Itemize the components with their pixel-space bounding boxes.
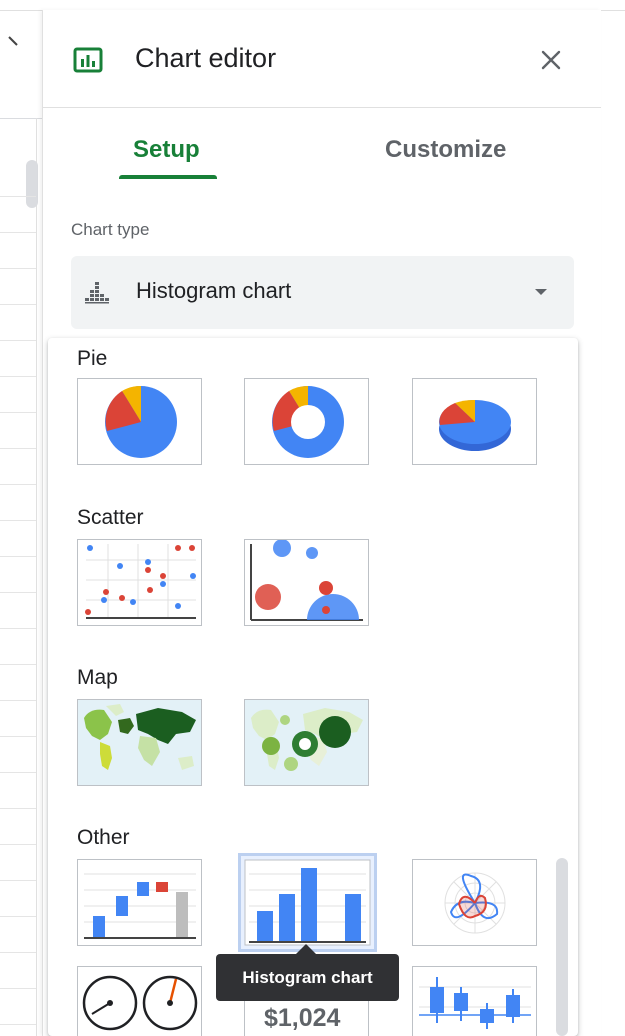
option-doughnut-chart[interactable] <box>244 378 369 465</box>
geo-chart-icon <box>78 700 201 785</box>
grid-row-line <box>0 304 36 305</box>
grid-row-line <box>0 412 36 413</box>
chart-type-select[interactable]: Histogram chart <box>71 256 574 329</box>
tooltip-arrow <box>296 944 316 954</box>
grid-row-line <box>0 988 36 989</box>
panel-header: Chart editor <box>43 10 601 108</box>
option-pie-chart[interactable] <box>77 378 202 465</box>
scatter-chart-icon <box>85 544 196 619</box>
grid-row-line <box>0 664 36 665</box>
grid-row-line <box>0 844 36 845</box>
grid-row-line <box>0 196 36 197</box>
pie-chart-icon <box>105 385 177 458</box>
grid-row-line <box>0 736 36 737</box>
option-waterfall-chart[interactable] <box>77 859 202 946</box>
grid-row-line <box>0 232 36 233</box>
close-icon[interactable] <box>537 46 565 74</box>
active-tab-indicator <box>119 175 217 179</box>
grid-row-line <box>0 448 36 449</box>
option-geo-chart-markers[interactable] <box>244 699 369 786</box>
dropdown-scrollbar[interactable] <box>556 858 568 1036</box>
option-candlestick-chart[interactable] <box>412 966 537 1036</box>
option-bubble-chart[interactable] <box>244 539 369 626</box>
dropdown-arrow-icon <box>535 289 547 295</box>
sheet-scrollbar[interactable] <box>26 160 38 208</box>
tooltip-text: Histogram chart <box>242 968 373 987</box>
3d-pie-chart-icon <box>439 399 511 451</box>
grid-row-line <box>0 880 36 881</box>
option-histogram-chart[interactable] <box>238 853 377 952</box>
geo-markers-icon <box>245 700 368 785</box>
sheet-toolbar-area <box>0 0 44 119</box>
panel-title: Chart editor <box>135 43 277 73</box>
grid-row-line <box>0 376 36 377</box>
grid-row-line <box>0 340 36 341</box>
waterfall-chart-icon <box>84 873 196 939</box>
doughnut-chart-icon <box>272 385 344 458</box>
gauge-chart-icon <box>82 975 198 1031</box>
section-title-map: Map <box>77 666 118 689</box>
grid-row-line <box>0 772 36 773</box>
section-title-scatter: Scatter <box>77 506 144 529</box>
grid-row-line <box>0 1024 36 1025</box>
selected-chart-type: Histogram chart <box>136 278 292 303</box>
grid-row-line <box>0 484 36 485</box>
grid-row-line <box>0 268 36 269</box>
option-3d-pie-chart[interactable] <box>412 378 537 465</box>
option-scatter-chart[interactable] <box>77 539 202 626</box>
histogram-chart-icon <box>244 859 371 946</box>
grid-row-line <box>0 952 36 953</box>
scorecard-value: $1,024 <box>264 1004 341 1032</box>
grid-row-line <box>0 520 36 521</box>
grid-row-line <box>0 556 36 557</box>
radar-chart-icon <box>444 872 506 934</box>
grid-column-line <box>36 118 37 1036</box>
bubble-chart-icon <box>250 540 363 621</box>
option-geo-chart[interactable] <box>77 699 202 786</box>
option-radar-chart[interactable] <box>412 859 537 946</box>
grid-row-line <box>0 916 36 917</box>
chart-type-dropdown: Pie Scatter Map Other <box>48 338 578 1036</box>
candlestick-chart-icon <box>419 977 531 1029</box>
grid-row-line <box>0 700 36 701</box>
chart-type-label: Chart type <box>71 220 150 239</box>
tab-customize[interactable]: Customize <box>385 134 506 166</box>
grid-row-line <box>0 808 36 809</box>
chart-icon <box>73 47 103 73</box>
section-title-other: Other <box>77 826 130 849</box>
tab-setup[interactable]: Setup <box>133 134 200 166</box>
section-title-pie: Pie <box>77 347 108 370</box>
pencil-icon[interactable] <box>6 34 20 48</box>
grid-row-line <box>0 628 36 629</box>
option-gauge-chart[interactable] <box>77 966 202 1036</box>
histogram-icon <box>85 282 109 304</box>
grid-row-line <box>0 592 36 593</box>
